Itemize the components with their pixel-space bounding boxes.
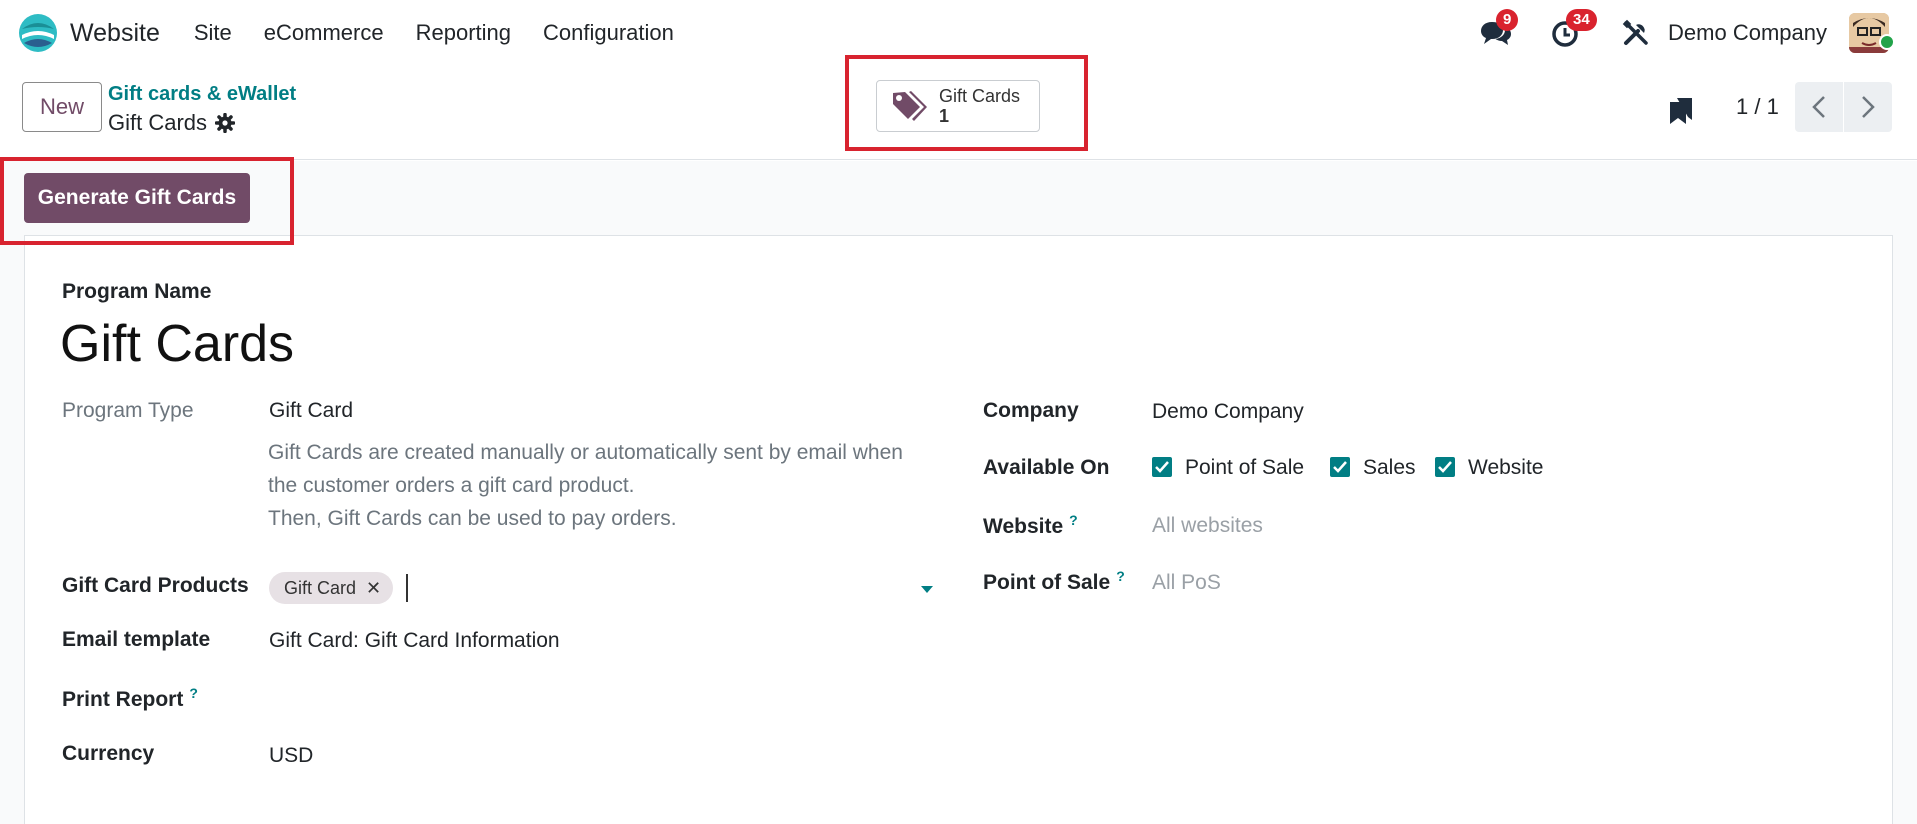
- website-label: Website?: [983, 512, 1078, 539]
- sales-checkbox-label: Sales: [1363, 456, 1416, 479]
- description-line: Then, Gift Cards can be used to pay orde…: [268, 507, 677, 530]
- brand[interactable]: Website: [18, 13, 160, 53]
- website-field[interactable]: All websites: [1152, 514, 1263, 538]
- available-on-label: Available On: [983, 456, 1110, 479]
- currency-label: Currency: [62, 742, 155, 765]
- navbar-systray: 9 34 Demo Company: [1478, 0, 1917, 66]
- help-icon[interactable]: ?: [1116, 568, 1125, 584]
- menu-site[interactable]: Site: [178, 20, 248, 46]
- debug-tools-button[interactable]: [1618, 15, 1654, 51]
- breadcrumb-parent[interactable]: Gift cards & eWallet: [108, 83, 296, 106]
- activities-badge: 34: [1566, 9, 1597, 31]
- chevron-left-icon: [1812, 96, 1825, 118]
- menu-ecommerce[interactable]: eCommerce: [248, 20, 400, 46]
- gift-card-products-label: Gift Card Products: [62, 574, 249, 597]
- program-name-field[interactable]: Gift Cards: [60, 314, 294, 374]
- print-report-label-text: Print Report: [62, 688, 184, 711]
- print-report-label: Print Report?: [62, 685, 198, 712]
- checkmark-icon: [1155, 461, 1169, 473]
- email-template-field[interactable]: Gift Card: Gift Card Information: [269, 629, 560, 653]
- pos-checkbox-label: Point of Sale: [1185, 456, 1305, 479]
- company-label: Company: [983, 399, 1079, 422]
- gear-icon[interactable]: [215, 113, 236, 133]
- breadcrumb-current: Gift Cards: [108, 110, 236, 136]
- help-icon[interactable]: ?: [1069, 512, 1078, 528]
- email-template-label: Email template: [62, 628, 211, 651]
- website-app-icon: [19, 14, 57, 52]
- product-tag: Gift Card ✕: [269, 572, 394, 604]
- pager-previous-button[interactable]: [1795, 82, 1843, 132]
- menu-configuration[interactable]: Configuration: [527, 20, 690, 46]
- online-status-dot: [1879, 34, 1895, 50]
- pager-value[interactable]: 1 / 1: [1736, 94, 1779, 120]
- pos-field[interactable]: All PoS: [1152, 571, 1221, 595]
- checkmark-icon: [1438, 461, 1452, 473]
- app-name: Website: [70, 18, 160, 47]
- messages-button[interactable]: 9: [1478, 9, 1519, 51]
- products-input-cursor[interactable]: [406, 574, 408, 602]
- program-type-description: Gift Cards are created manually or autom…: [268, 436, 948, 535]
- program-type-field[interactable]: Gift Card: [269, 399, 353, 423]
- company-switcher[interactable]: Demo Company: [1668, 20, 1827, 46]
- chevron-right-icon: [1862, 96, 1875, 118]
- menu-reporting[interactable]: Reporting: [400, 20, 527, 46]
- new-button[interactable]: New: [22, 82, 102, 132]
- website-checkbox[interactable]: [1435, 457, 1455, 477]
- currency-field[interactable]: USD: [269, 744, 313, 768]
- main-menu: Site eCommerce Reporting Configuration: [178, 20, 690, 46]
- pos-checkbox[interactable]: [1152, 457, 1172, 477]
- pos-label-text: Point of Sale: [983, 571, 1111, 594]
- program-type-label: Program Type: [62, 399, 194, 422]
- highlight-box-generate-button: [0, 157, 294, 245]
- program-name-label: Program Name: [62, 280, 212, 303]
- product-tag-label: Gift Card: [284, 577, 357, 598]
- activities-button[interactable]: 34: [1548, 9, 1597, 51]
- pos-label: Point of Sale?: [983, 568, 1125, 595]
- website-label-text: Website: [983, 515, 1064, 538]
- bookmark-icon[interactable]: [1668, 96, 1694, 126]
- checkmark-icon: [1333, 461, 1347, 473]
- pager-next-button[interactable]: [1844, 82, 1892, 132]
- sales-checkbox[interactable]: [1330, 457, 1350, 477]
- company-field[interactable]: Demo Company: [1152, 400, 1304, 424]
- help-icon[interactable]: ?: [189, 685, 198, 701]
- highlight-box-smart-button: [845, 55, 1088, 151]
- description-line: the customer orders a gift card product.: [268, 474, 635, 497]
- website-checkbox-label: Website: [1468, 456, 1544, 479]
- description-line: Gift Cards are created manually or autom…: [268, 441, 903, 464]
- messages-badge: 9: [1496, 9, 1519, 31]
- caret-down-icon[interactable]: [920, 585, 934, 595]
- breadcrumb-current-label: Gift Cards: [108, 110, 208, 135]
- tag-remove-icon[interactable]: ✕: [366, 578, 381, 599]
- tools-icon: [1622, 19, 1648, 45]
